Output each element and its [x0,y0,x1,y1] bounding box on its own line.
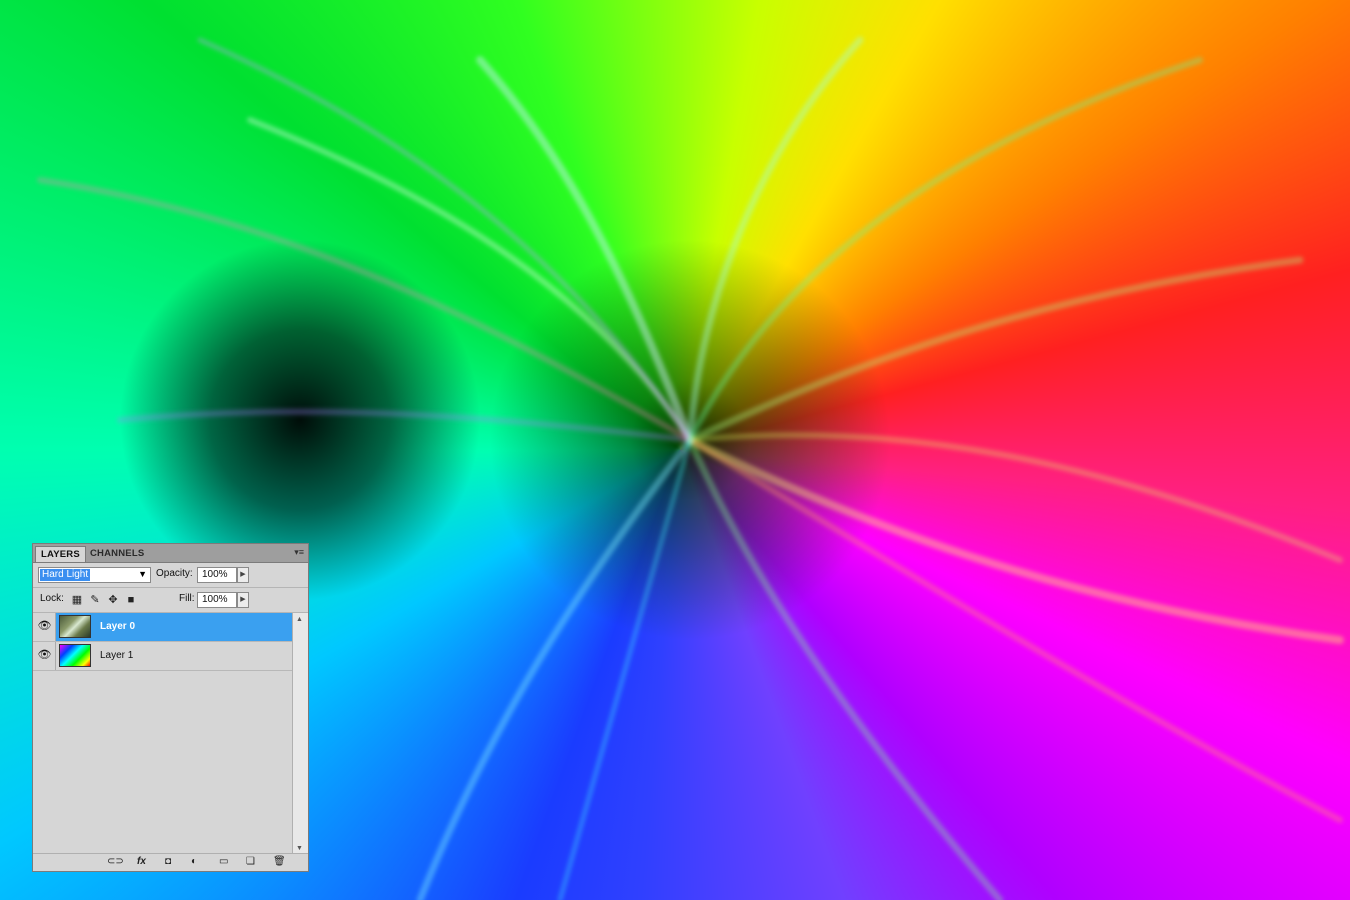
link-layers-icon[interactable]: ⊂⊃ [107,856,124,868]
layer-mask-icon[interactable]: ◘ [165,856,171,868]
blend-mode-value: Hard Light [40,569,91,581]
layer-thumbnail [59,615,91,638]
opacity-slider-arrow-icon[interactable]: ▶ [237,567,249,583]
fx-icon[interactable]: fx [137,856,146,868]
adjustment-layer-icon[interactable]: ◐ [191,856,197,868]
lock-transparency-icon[interactable]: ▦ [71,594,83,606]
panel-tab-bar: LAYERS CHANNELS ▾≡ [33,544,308,563]
scroll-down-icon[interactable]: ▼ [296,845,303,852]
new-layer-icon[interactable]: ❏ [246,856,255,868]
visibility-toggle[interactable]: 👁 [33,642,56,670]
opacity-label: Opacity: [156,568,193,579]
lock-label: Lock: [40,593,64,604]
layers-panel: LAYERS CHANNELS ▾≡ Hard Light ▼ Opacity:… [32,543,309,872]
chevron-down-icon: ▼ [138,569,147,579]
layer-name[interactable]: Layer 1 [100,650,133,661]
lock-position-icon[interactable]: ✥ [107,594,119,606]
fill-label: Fill: [179,593,195,604]
fill-field[interactable]: 100% [197,592,237,608]
blend-mode-select[interactable]: Hard Light ▼ [38,567,151,583]
tab-layers[interactable]: LAYERS [35,546,86,562]
opacity-field[interactable]: 100% [197,567,237,583]
eye-icon: 👁 [37,620,52,632]
scroll-up-icon[interactable]: ▲ [296,616,303,623]
tab-channels[interactable]: CHANNELS [85,546,149,562]
eye-icon: 👁 [37,649,52,661]
layer-row-layer-1[interactable]: 👁 Layer 1 [33,642,292,671]
lock-fill-row: Lock: ▦ ✎ ✥ ■ Fill: 100% ▶ [33,588,308,613]
layers-list: 👁 Layer 0 👁 Layer 1 ▲ ▼ [33,613,308,855]
panel-footer: ⊂⊃ fx ◘ ◐ ▭ ❏ 🗑 [33,853,308,871]
new-group-icon[interactable]: ▭ [219,856,228,868]
fill-slider-arrow-icon[interactable]: ▶ [237,592,249,608]
panel-menu-icon[interactable]: ▾≡ [294,547,304,558]
layers-scrollbar[interactable]: ▲ ▼ [292,613,308,855]
lock-all-icon[interactable]: ■ [125,594,137,606]
blend-opacity-row: Hard Light ▼ Opacity: 100% ▶ [33,563,308,588]
trash-icon[interactable]: 🗑 [273,856,286,868]
layer-name[interactable]: Layer 0 [100,621,135,632]
layer-row-layer-0[interactable]: 👁 Layer 0 [33,613,292,642]
lock-image-icon[interactable]: ✎ [89,594,101,606]
visibility-toggle[interactable]: 👁 [33,613,56,641]
layer-thumbnail [59,644,91,667]
